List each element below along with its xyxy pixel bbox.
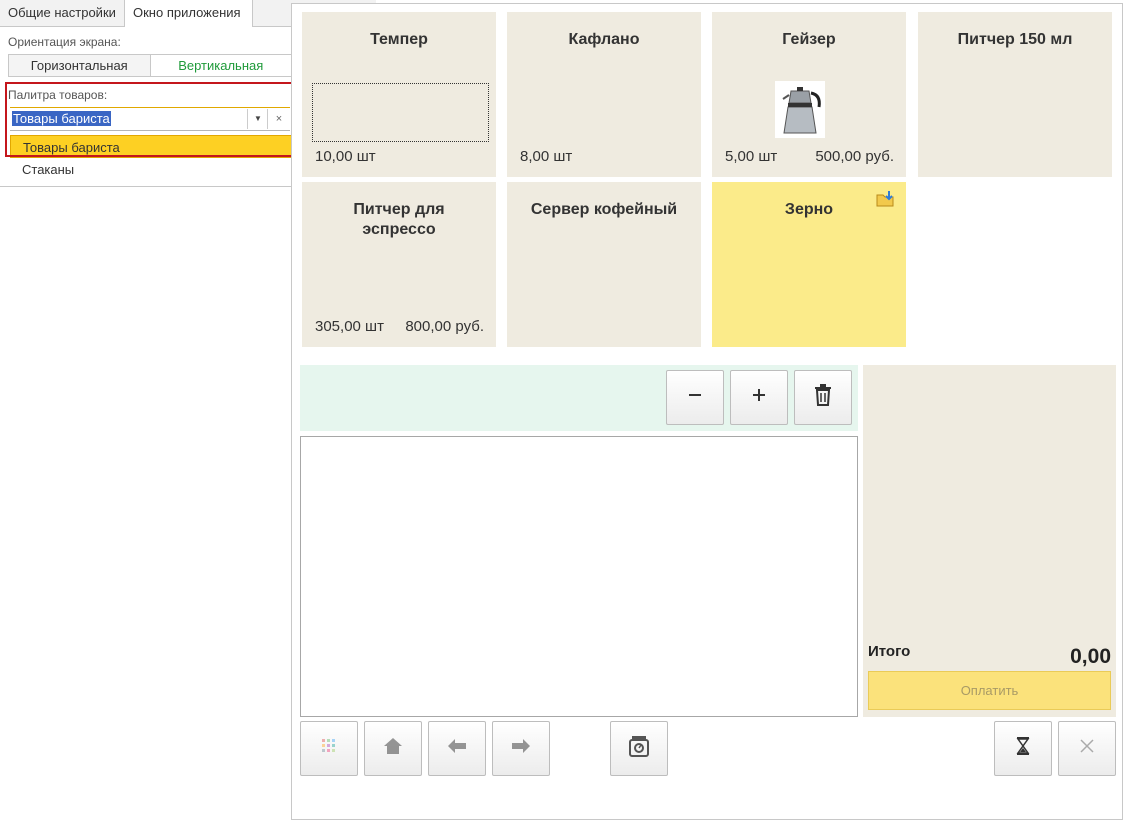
product-tile[interactable]: Темпер 10,00 шт xyxy=(302,12,496,177)
settings-panel: Общие настройки Окно приложения Ориентац… xyxy=(0,0,376,187)
product-qty: 10,00 шт xyxy=(315,148,376,165)
orientation-vertical-option[interactable]: Вертикальная xyxy=(150,55,291,76)
deferred-receipts-button[interactable] xyxy=(994,721,1052,776)
scale-icon xyxy=(628,735,650,762)
product-name: Сервер кофейный xyxy=(530,201,678,218)
geyser-image xyxy=(775,81,825,138)
scale-button[interactable] xyxy=(610,721,668,776)
hourglass-icon xyxy=(1016,737,1030,760)
product-tile[interactable]: Питчер 150 мл xyxy=(918,12,1112,177)
back-button[interactable] xyxy=(428,721,486,776)
plus-icon xyxy=(752,388,766,407)
orientation-label: Ориентация экрана: xyxy=(8,35,121,49)
orientation-switch: Горизонтальная Вертикальная xyxy=(8,54,292,77)
home-icon xyxy=(383,737,403,760)
tab-general-settings[interactable]: Общие настройки xyxy=(0,0,125,26)
arrow-right-icon xyxy=(511,738,531,759)
palette-option-cups[interactable]: Стаканы xyxy=(10,158,292,181)
product-name: Питчер для эспрессо xyxy=(353,201,445,238)
close-icon xyxy=(1080,739,1094,758)
totals-panel: Итого 0,00 Оплатить xyxy=(863,365,1116,717)
image-placeholder xyxy=(312,83,489,142)
close-button[interactable] xyxy=(1058,721,1116,776)
decrease-button[interactable] xyxy=(666,370,724,425)
product-price: 500,00 руб. xyxy=(815,148,894,165)
product-price: 800,00 руб. xyxy=(405,318,484,335)
product-qty: 5,00 шт xyxy=(725,148,778,165)
forward-button[interactable] xyxy=(492,721,550,776)
total-label: Итого xyxy=(868,643,911,660)
highlight-outline xyxy=(5,82,293,157)
pos-window: Темпер 10,00 шт Кафлано 8,00 шт Гейзер 5… xyxy=(291,3,1123,820)
increase-button[interactable] xyxy=(730,370,788,425)
grid-icon xyxy=(321,738,337,759)
folder-icon xyxy=(876,190,896,208)
delete-button[interactable] xyxy=(794,370,852,425)
receipt-list[interactable] xyxy=(300,436,858,717)
orientation-horizontal-option[interactable]: Горизонтальная xyxy=(9,55,151,76)
product-qty: 305,00 шт xyxy=(315,318,384,335)
product-name: Темпер xyxy=(370,31,428,48)
pay-button[interactable]: Оплатить xyxy=(868,671,1111,710)
tab-app-window[interactable]: Окно приложения xyxy=(125,0,253,27)
product-name: Питчер 150 мл xyxy=(957,31,1073,48)
arrow-left-icon xyxy=(447,738,467,759)
receipt-toolbar xyxy=(300,365,858,431)
product-qty: 8,00 шт xyxy=(520,148,573,165)
product-tile[interactable]: Кафлано 8,00 шт xyxy=(507,12,701,177)
product-name: Гейзер xyxy=(782,31,836,48)
trash-icon xyxy=(813,384,833,411)
product-tile[interactable]: Сервер кофейный xyxy=(507,182,701,347)
minus-icon xyxy=(688,388,702,407)
product-name: Кафлано xyxy=(568,31,640,48)
product-tile[interactable]: Гейзер 5,00 шт 500,00 руб. xyxy=(712,12,906,177)
total-value: 0,00 xyxy=(1070,645,1111,668)
product-group-tile[interactable]: Зерно xyxy=(712,182,906,347)
product-tile[interactable]: Питчер для эспрессо 305,00 шт 800,00 руб… xyxy=(302,182,496,347)
home-button[interactable] xyxy=(364,721,422,776)
palette-button[interactable] xyxy=(300,721,358,776)
